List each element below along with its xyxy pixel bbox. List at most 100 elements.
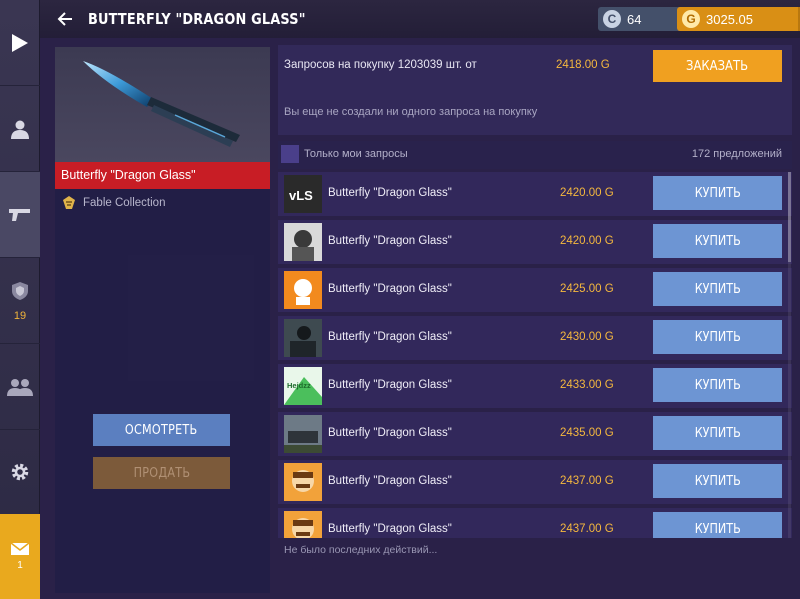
offer-row: Butterfly "Dragon Glass" 2437.00 G КУПИТ… [278,460,792,504]
offer-row: vLS Butterfly "Dragon Glass" 2420.00 G К… [278,172,792,216]
gold-value: 3025.05 [706,11,753,27]
offer-row: Butterfly "Dragon Glass" 2425.00 G КУПИТ… [278,268,792,312]
friends-button[interactable] [0,344,40,430]
buy-button[interactable]: КУПИТЬ [653,320,782,354]
page-title: BUTTERFLY "DRAGON GLASS" [88,10,306,28]
buy-button-label: КУПИТЬ [694,329,741,345]
collection-info: Fable Collection [61,195,165,211]
offer-row: Butterfly "Dragon Glass" 2437.00 G КУПИТ… [278,508,792,538]
item-preview-image [55,47,270,162]
offer-row: Butterfly "Dragon Glass" 2420.00 G КУПИТ… [278,220,792,264]
offer-price: 2420.00 G [560,235,614,247]
profile-icon [11,120,29,139]
inspect-button-label: ОСМОТРЕТЬ [125,422,198,438]
seller-avatar: Hejdzz [284,367,322,405]
seller-avatar [284,415,322,453]
buy-button-label: КУПИТЬ [694,281,741,297]
no-requests-message: Вы еще не создали ни одного запроса на п… [284,106,538,118]
offer-price: 2425.00 G [560,283,614,295]
offer-item-name: Butterfly "Dragon Glass" [328,523,452,535]
purchase-requests-text: Запросов на покупку 1203039 шт. от [284,59,477,71]
seller-avatar [284,511,322,538]
offer-price: 2420.00 G [560,187,614,199]
mail-icon [10,542,30,555]
place-order-button[interactable]: ЗАКАЗАТЬ [653,50,782,82]
side-navigation: 19 [0,0,40,599]
offer-item-name: Butterfly "Dragon Glass" [328,283,452,295]
profile-button[interactable] [0,86,40,172]
gold-currency: G 3025.05 + [677,7,800,31]
svg-text:Hejdzz: Hejdzz [287,381,311,390]
offer-row: Hejdzz Butterfly "Dragon Glass" 2433.00 … [278,364,792,408]
top-bar: BUTTERFLY "DRAGON GLASS" C 64 + G 3025.0… [40,0,800,38]
offers-list[interactable]: vLS Butterfly "Dragon Glass" 2420.00 G К… [278,172,792,538]
offer-item-name: Butterfly "Dragon Glass" [328,235,452,247]
rank-icon [12,281,28,300]
weapons-button[interactable] [0,172,40,258]
offer-price: 2435.00 G [560,427,614,439]
buy-button[interactable]: КУПИТЬ [653,176,782,210]
filter-bar: Только мои запросы 172 предложений [278,141,792,169]
offer-price: 2437.00 G [560,475,614,487]
item-name-banner: Butterfly "Dragon Glass" [55,162,270,189]
buy-button-label: КУПИТЬ [694,377,741,393]
offer-item-name: Butterfly "Dragon Glass" [328,379,452,391]
play-button[interactable] [0,0,40,86]
offer-item-name: Butterfly "Dragon Glass" [328,427,452,439]
offers-count: 172 предложений [691,148,782,160]
refresh-coin-icon: C [603,10,621,28]
scrollbar-thumb[interactable] [788,172,791,262]
seller-avatar [284,463,322,501]
offer-item-name: Butterfly "Dragon Glass" [328,475,452,487]
friends-icon [7,378,33,396]
offer-item-name: Butterfly "Dragon Glass" [328,187,452,199]
gold-coin-icon: G [682,10,700,28]
sell-button[interactable]: ПРОДАТЬ [93,457,230,489]
play-icon [12,33,28,52]
buy-button-label: КУПИТЬ [694,473,741,489]
rank-count: 19 [13,309,27,322]
item-details-panel: Butterfly "Dragon Glass" Fable Collectio… [55,47,270,593]
recent-actions-text: Не было последних действий... [284,544,438,556]
inspect-button[interactable]: ОСМОТРЕТЬ [93,414,230,446]
buy-button-label: КУПИТЬ [694,233,741,249]
collection-badge-icon [63,196,75,209]
seller-avatar: vLS [284,175,322,213]
offer-row: Butterfly "Dragon Glass" 2430.00 G КУПИТ… [278,316,792,360]
offer-price: 2433.00 G [560,379,614,391]
buy-button[interactable]: КУПИТЬ [653,512,782,538]
buy-button[interactable]: КУПИТЬ [653,272,782,306]
sell-button-label: ПРОДАТЬ [133,465,190,481]
settings-button[interactable] [0,430,40,514]
settings-icon [11,463,29,481]
back-arrow-icon[interactable] [56,10,74,28]
purchase-requests-price: 2418.00 G [556,59,610,71]
buy-order-panel: Запросов на покупку 1203039 шт. от 2418.… [278,45,792,135]
collection-name: Fable Collection [83,197,166,209]
buy-button[interactable]: КУПИТЬ [653,224,782,258]
my-requests-label: Только мои запросы [304,148,408,160]
buy-button[interactable]: КУПИТЬ [653,464,782,498]
buy-button[interactable]: КУПИТЬ [653,368,782,402]
seller-avatar [284,223,322,261]
buy-button[interactable]: КУПИТЬ [653,416,782,450]
butterfly-knife-icon [83,61,240,147]
offer-row: Butterfly "Dragon Glass" 2435.00 G КУПИТ… [278,412,792,456]
place-order-label: ЗАКАЗАТЬ [686,58,749,74]
weapons-icon [9,208,30,221]
mail-button[interactable]: 1 [0,514,40,599]
mail-count: 1 [17,560,23,571]
silver-value: 64 [627,11,642,27]
seller-avatar [284,319,322,357]
buy-button-label: КУПИТЬ [694,185,741,201]
svg-text:vLS: vLS [289,188,313,203]
offer-price: 2430.00 G [560,331,614,343]
seller-avatar [284,271,322,309]
offer-item-name: Butterfly "Dragon Glass" [328,331,452,343]
buy-button-label: КУПИТЬ [694,425,741,441]
my-requests-checkbox[interactable] [281,145,299,163]
offer-price: 2437.00 G [560,523,614,535]
offers-scrollbar[interactable] [788,172,791,538]
buy-button-label: КУПИТЬ [694,521,741,537]
rank-button[interactable]: 19 [0,258,40,344]
